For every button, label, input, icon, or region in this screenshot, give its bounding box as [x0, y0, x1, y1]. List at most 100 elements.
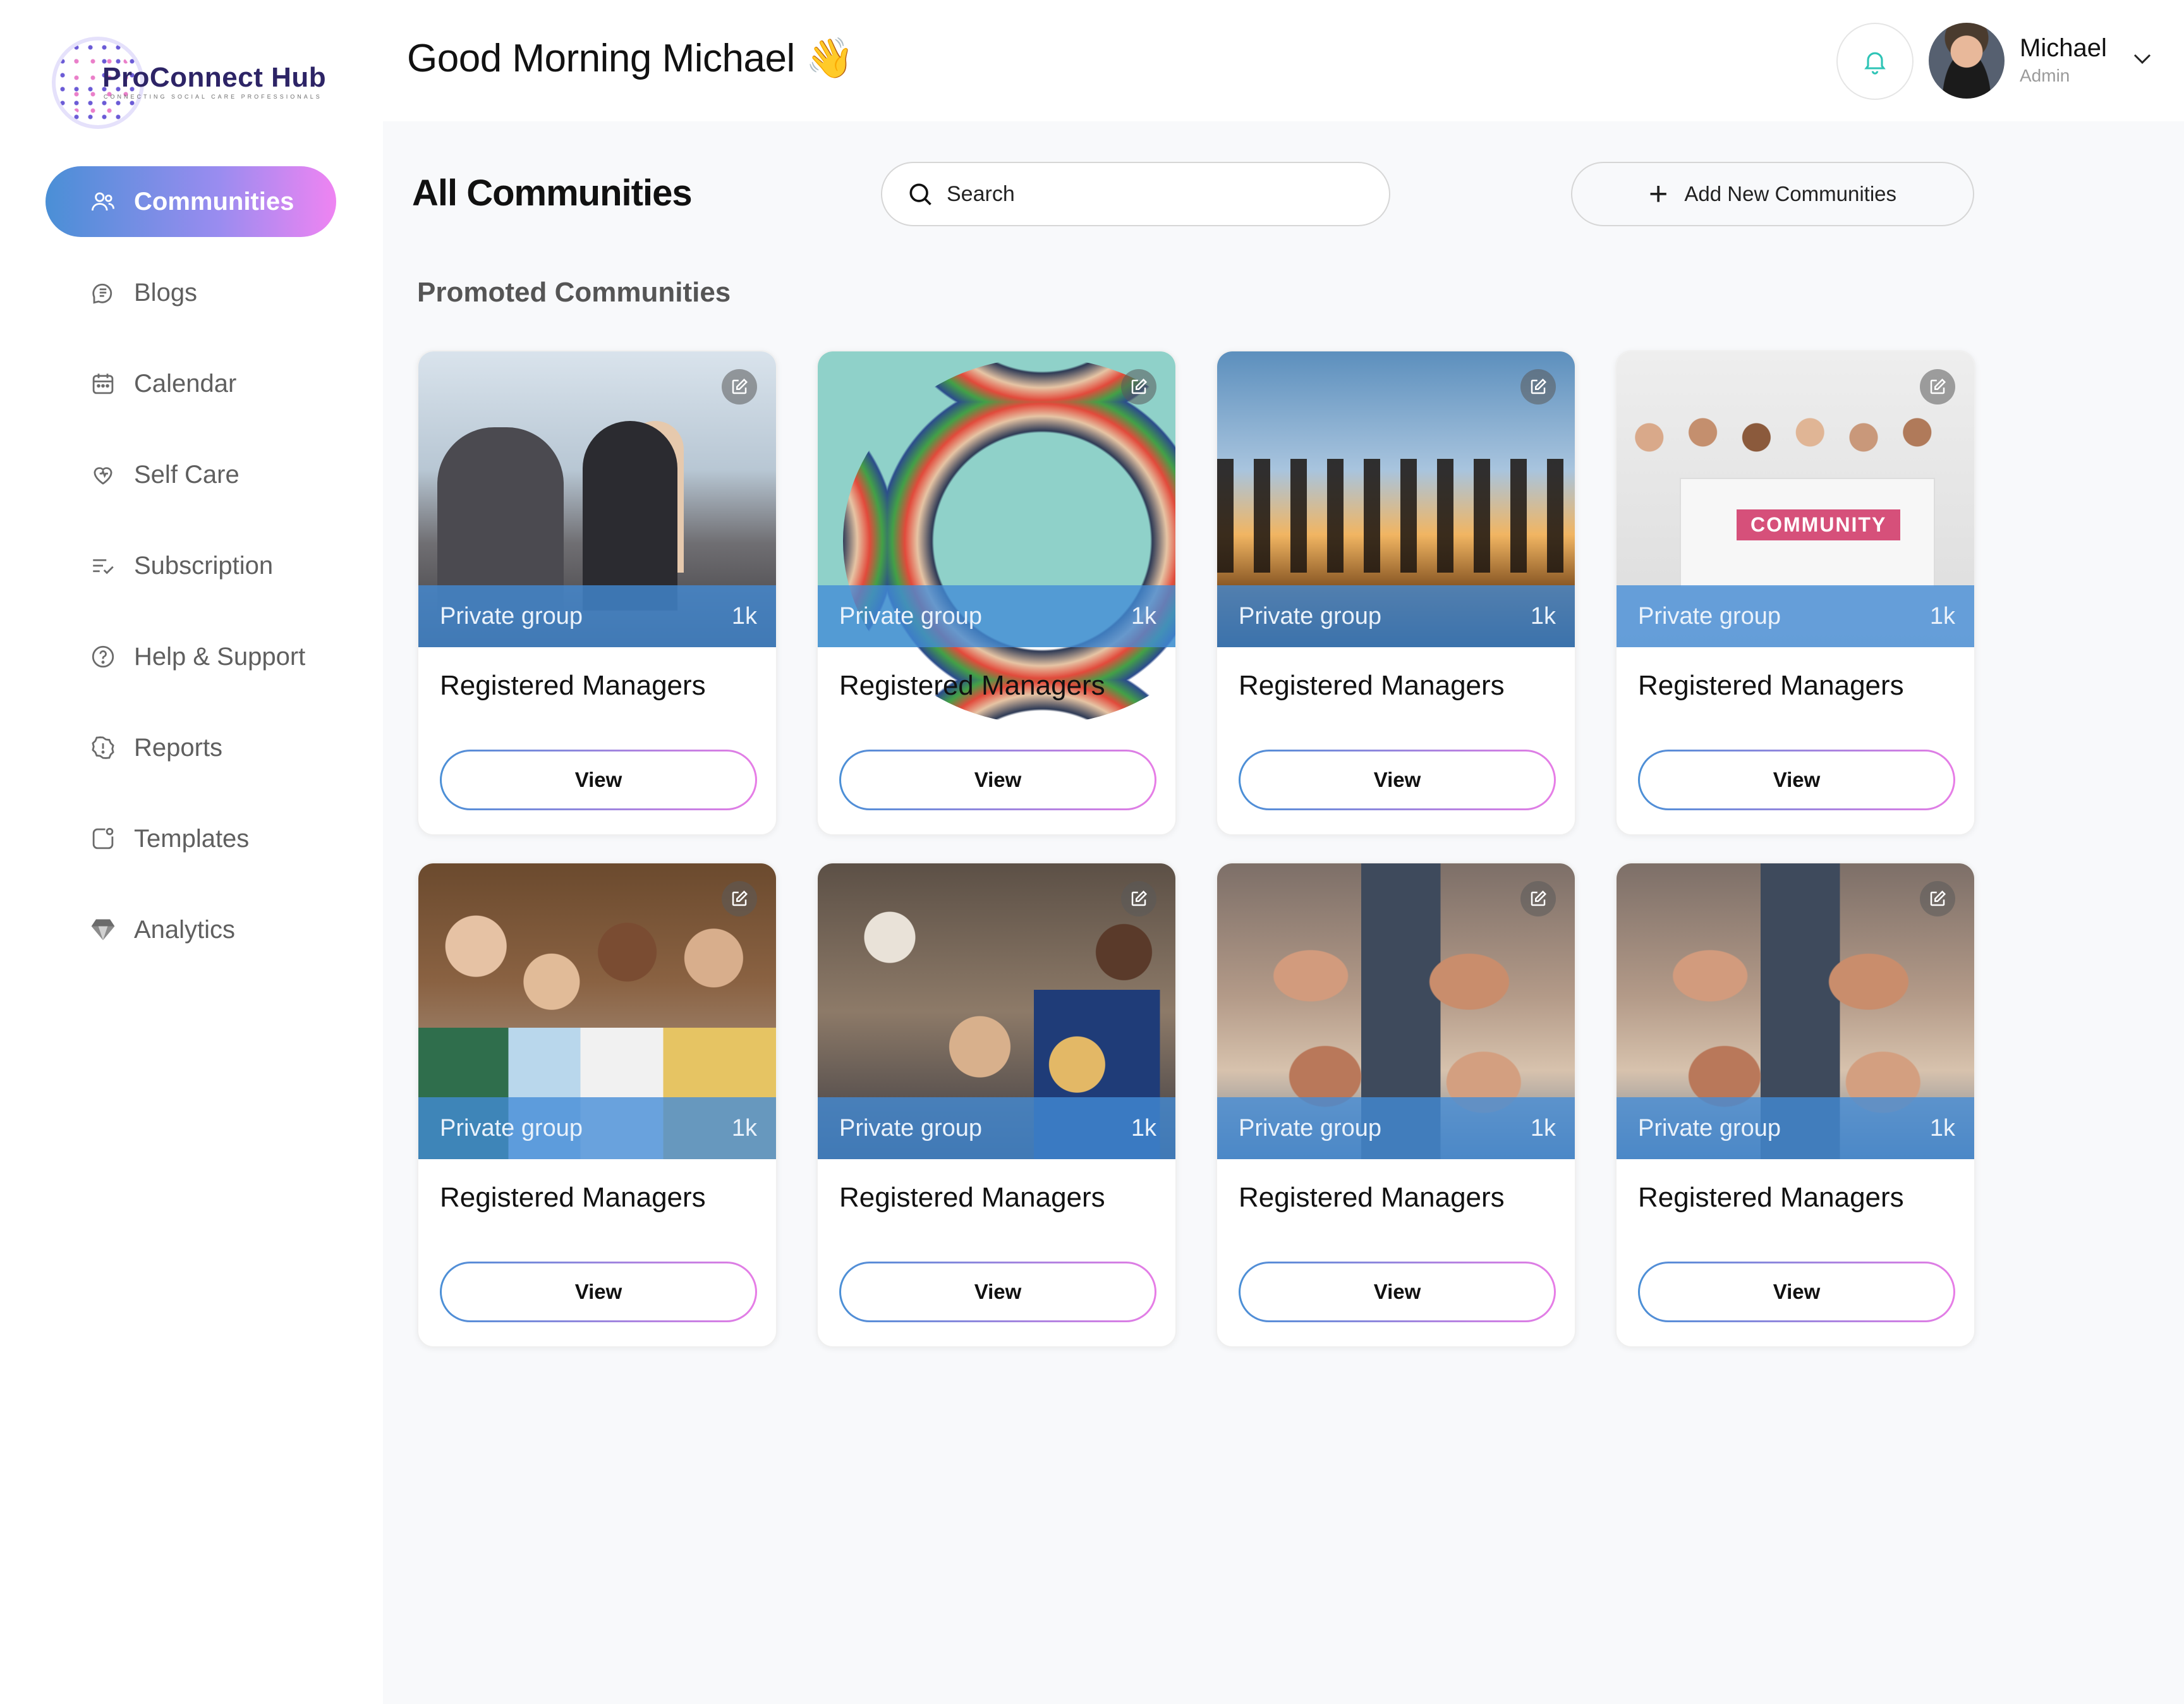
- edit-icon[interactable]: [1920, 369, 1955, 405]
- page-title: All Communities: [412, 173, 693, 214]
- template-icon: [88, 824, 118, 853]
- view-button[interactable]: View: [1638, 750, 1955, 810]
- bell-icon: [1864, 52, 1886, 75]
- brand-tagline: CONNECTING SOCIAL CARE PROFESSIONALS: [104, 94, 322, 100]
- sidebar-item-blogs[interactable]: Blogs: [46, 257, 336, 328]
- edit-icon[interactable]: [1121, 881, 1156, 916]
- plus-icon: +: [1649, 176, 1668, 212]
- card-overlay: Private group 1k: [818, 1097, 1175, 1159]
- sidebar-item-self-care[interactable]: Self Care: [46, 439, 336, 510]
- brand-logo[interactable]: ProConnect Hub CONNECTING SOCIAL CARE PR…: [52, 37, 330, 129]
- community-name: Registered Managers: [839, 670, 1105, 701]
- heart-icon: [88, 460, 118, 489]
- alert-icon: [88, 733, 118, 762]
- view-button[interactable]: View: [839, 1262, 1156, 1322]
- card-overlay: Private group 1k: [1217, 1097, 1575, 1159]
- member-count: 1k: [1131, 1114, 1156, 1141]
- member-count: 1k: [1929, 1114, 1955, 1141]
- community-card[interactable]: Private group 1k Registered Managers Vie…: [417, 350, 777, 836]
- card-overlay: Private group 1k: [1617, 585, 1974, 647]
- community-card[interactable]: Private group 1k Registered Managers Vie…: [1615, 862, 1975, 1348]
- community-card[interactable]: Private group 1k Registered Managers Vie…: [1216, 862, 1576, 1348]
- view-button[interactable]: View: [839, 750, 1156, 810]
- member-count: 1k: [1530, 602, 1556, 630]
- community-card[interactable]: Private group 1k Registered Managers Vie…: [816, 350, 1177, 836]
- search-bar[interactable]: [881, 162, 1390, 226]
- group-type: Private group: [440, 1114, 583, 1141]
- sidebar-item-subscription[interactable]: Subscription: [46, 530, 336, 601]
- user-role: Admin: [2020, 66, 2070, 85]
- community-name: Registered Managers: [1638, 670, 1904, 701]
- sidebar-item-label: Calendar: [134, 369, 237, 398]
- edit-icon[interactable]: [722, 369, 757, 405]
- sidebar-item-label: Blogs: [134, 278, 198, 307]
- card-overlay: Private group 1k: [418, 585, 776, 647]
- search-input[interactable]: [947, 181, 1351, 207]
- edit-icon[interactable]: [722, 881, 757, 916]
- sidebar-item-label: Reports: [134, 733, 223, 762]
- add-button-label: Add New Communities: [1684, 182, 1896, 205]
- user-name: Michael: [2020, 34, 2107, 62]
- edit-icon[interactable]: [1520, 881, 1556, 916]
- card-overlay: Private group 1k: [1217, 585, 1575, 647]
- sidebar-item-label: Analytics: [134, 915, 236, 944]
- community-name: Registered Managers: [839, 1182, 1105, 1213]
- member-count: 1k: [731, 602, 757, 630]
- view-button[interactable]: View: [1239, 1262, 1556, 1322]
- diamond-icon: [88, 915, 118, 944]
- sidebar-nav: Communities Blogs Calendar Self Care Sub…: [46, 166, 336, 985]
- section-title: Promoted Communities: [417, 277, 731, 308]
- add-new-communities-button[interactable]: + Add New Communities: [1571, 162, 1974, 226]
- card-overlay: Private group 1k: [1617, 1097, 1974, 1159]
- community-card[interactable]: Private group 1k Registered Managers Vie…: [1216, 350, 1576, 836]
- member-count: 1k: [1530, 1114, 1556, 1141]
- sidebar-item-analytics[interactable]: Analytics: [46, 894, 336, 965]
- sidebar-item-calendar[interactable]: Calendar: [46, 348, 336, 419]
- edit-icon[interactable]: [1520, 369, 1556, 405]
- sidebar-item-help-support[interactable]: Help & Support: [46, 621, 336, 692]
- users-icon: [88, 187, 118, 216]
- list-check-icon: [88, 551, 118, 580]
- sidebar-item-templates[interactable]: Templates: [46, 803, 336, 874]
- group-type: Private group: [839, 602, 983, 630]
- view-button[interactable]: View: [1239, 750, 1556, 810]
- search-icon: [909, 183, 931, 205]
- sidebar-item-label: Help & Support: [134, 642, 306, 671]
- edit-icon[interactable]: [1121, 369, 1156, 405]
- group-type: Private group: [1239, 1114, 1382, 1141]
- sidebar-item-label: Subscription: [134, 551, 274, 580]
- calendar-icon: [88, 369, 118, 398]
- view-button[interactable]: View: [440, 1262, 757, 1322]
- group-type: Private group: [839, 1114, 983, 1141]
- group-type: Private group: [1638, 1114, 1781, 1141]
- edit-icon[interactable]: [1920, 881, 1955, 916]
- people-graphic: [1629, 402, 1964, 503]
- community-name: Registered Managers: [1638, 1182, 1904, 1213]
- community-card[interactable]: Private group 1k Registered Managers Vie…: [417, 862, 777, 1348]
- group-type: Private group: [1239, 602, 1382, 630]
- sidebar-item-label: Self Care: [134, 460, 240, 489]
- main-content: All Communities + Add New Communities Pr…: [383, 121, 2184, 1704]
- sidebar-item-reports[interactable]: Reports: [46, 712, 336, 783]
- view-button[interactable]: View: [440, 750, 757, 810]
- notifications-button[interactable]: [1836, 23, 1914, 100]
- brand-name: ProConnect Hub: [102, 62, 327, 93]
- member-count: 1k: [1131, 602, 1156, 630]
- chevron-down-icon[interactable]: [2130, 49, 2155, 68]
- sidebar: ProConnect Hub CONNECTING SOCIAL CARE PR…: [0, 0, 383, 1704]
- view-button[interactable]: View: [1638, 1262, 1955, 1322]
- group-type: Private group: [1638, 602, 1781, 630]
- community-card[interactable]: Private group 1k Registered Managers Vie…: [816, 862, 1177, 1348]
- community-card[interactable]: Private group 1k Registered Managers Vie…: [1615, 350, 1975, 836]
- sidebar-item-label: Communities: [134, 187, 294, 216]
- page-greeting: Good Morning Michael 👋: [407, 35, 854, 82]
- community-name: Registered Managers: [1239, 670, 1505, 701]
- sidebar-item-communities[interactable]: Communities: [46, 166, 336, 237]
- group-type: Private group: [440, 602, 583, 630]
- user-avatar[interactable]: [1929, 23, 2005, 99]
- question-icon: [88, 642, 118, 671]
- sidebar-item-label: Templates: [134, 824, 250, 853]
- member-count: 1k: [731, 1114, 757, 1141]
- community-name: Registered Managers: [440, 670, 706, 701]
- waving-hand-icon: 👋: [805, 37, 854, 80]
